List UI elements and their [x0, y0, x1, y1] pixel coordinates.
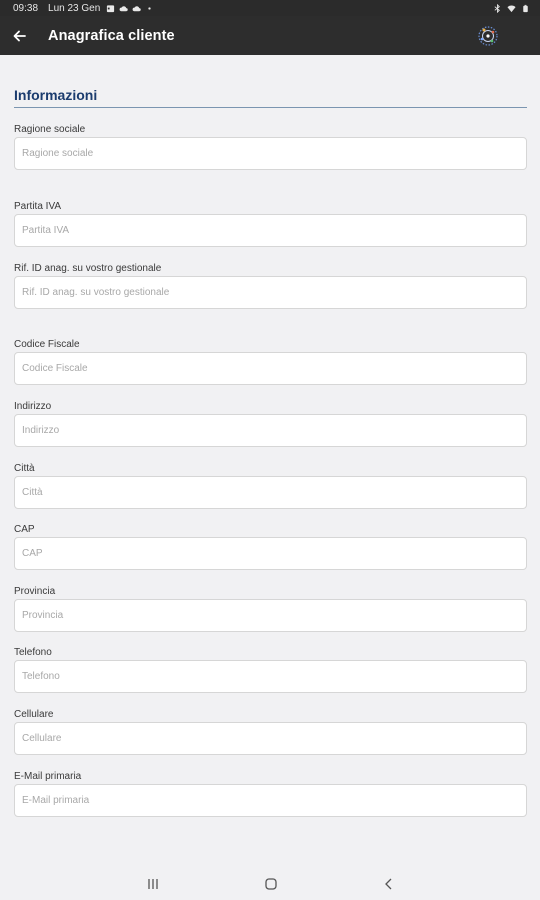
- recents-icon[interactable]: [145, 876, 161, 892]
- cloud-icon: [132, 5, 142, 11]
- rif-id-input[interactable]: [14, 276, 527, 309]
- battery-icon: [523, 4, 528, 12]
- partita-iva-input[interactable]: [14, 214, 527, 247]
- home-icon[interactable]: [263, 876, 279, 892]
- cellulare-input[interactable]: [14, 722, 527, 755]
- telefono-input[interactable]: [14, 660, 527, 693]
- status-bar: 09:38 Lun 23 Gen: [0, 0, 540, 16]
- bluetooth-icon: [494, 3, 500, 13]
- field-label-email: E-Mail primaria: [14, 771, 82, 782]
- field-label-rif-id: Rif. ID anag. su vostro gestionale: [14, 263, 162, 274]
- ragione-sociale-input[interactable]: [14, 137, 527, 170]
- dot-icon: [148, 6, 151, 10]
- app-bar: Anagrafica cliente: [0, 16, 540, 55]
- status-time: 09:38: [13, 2, 39, 14]
- back-button[interactable]: [0, 16, 38, 55]
- field-label-indirizzo: Indirizzo: [14, 401, 52, 412]
- wifi-icon: [507, 5, 516, 12]
- arrow-back-icon: [13, 30, 26, 41]
- status-date: Lun 23 Gen: [48, 2, 101, 14]
- system-nav-bar: [0, 868, 540, 900]
- codice-fiscale-input[interactable]: [14, 352, 527, 385]
- nav-back-icon[interactable]: [381, 876, 397, 892]
- field-label-partita-iva: Partita IVA: [14, 201, 62, 212]
- email-input[interactable]: [14, 784, 527, 817]
- notification-icons: [106, 4, 154, 13]
- field-label-provincia: Provincia: [14, 586, 56, 597]
- citta-input[interactable]: [14, 476, 527, 509]
- field-label-cellulare: Cellulare: [14, 709, 54, 720]
- field-label-ragione-sociale: Ragione sociale: [14, 124, 86, 135]
- field-label-codice-fiscale: Codice Fiscale: [14, 339, 80, 350]
- cap-input[interactable]: [14, 537, 527, 570]
- field-label-citta: Città: [14, 463, 35, 474]
- section-title: Informazioni: [14, 87, 98, 103]
- indirizzo-input[interactable]: [14, 414, 527, 447]
- app-logo-icon: [478, 26, 498, 46]
- system-icons: [493, 3, 530, 13]
- section-divider: [14, 107, 527, 108]
- field-label-cap: CAP: [14, 524, 35, 535]
- provincia-input[interactable]: [14, 599, 527, 632]
- cloud-icon: [119, 5, 129, 11]
- page-title: Anagrafica cliente: [48, 27, 175, 44]
- calendar-icon: [107, 4, 115, 12]
- field-label-telefono: Telefono: [14, 647, 52, 658]
